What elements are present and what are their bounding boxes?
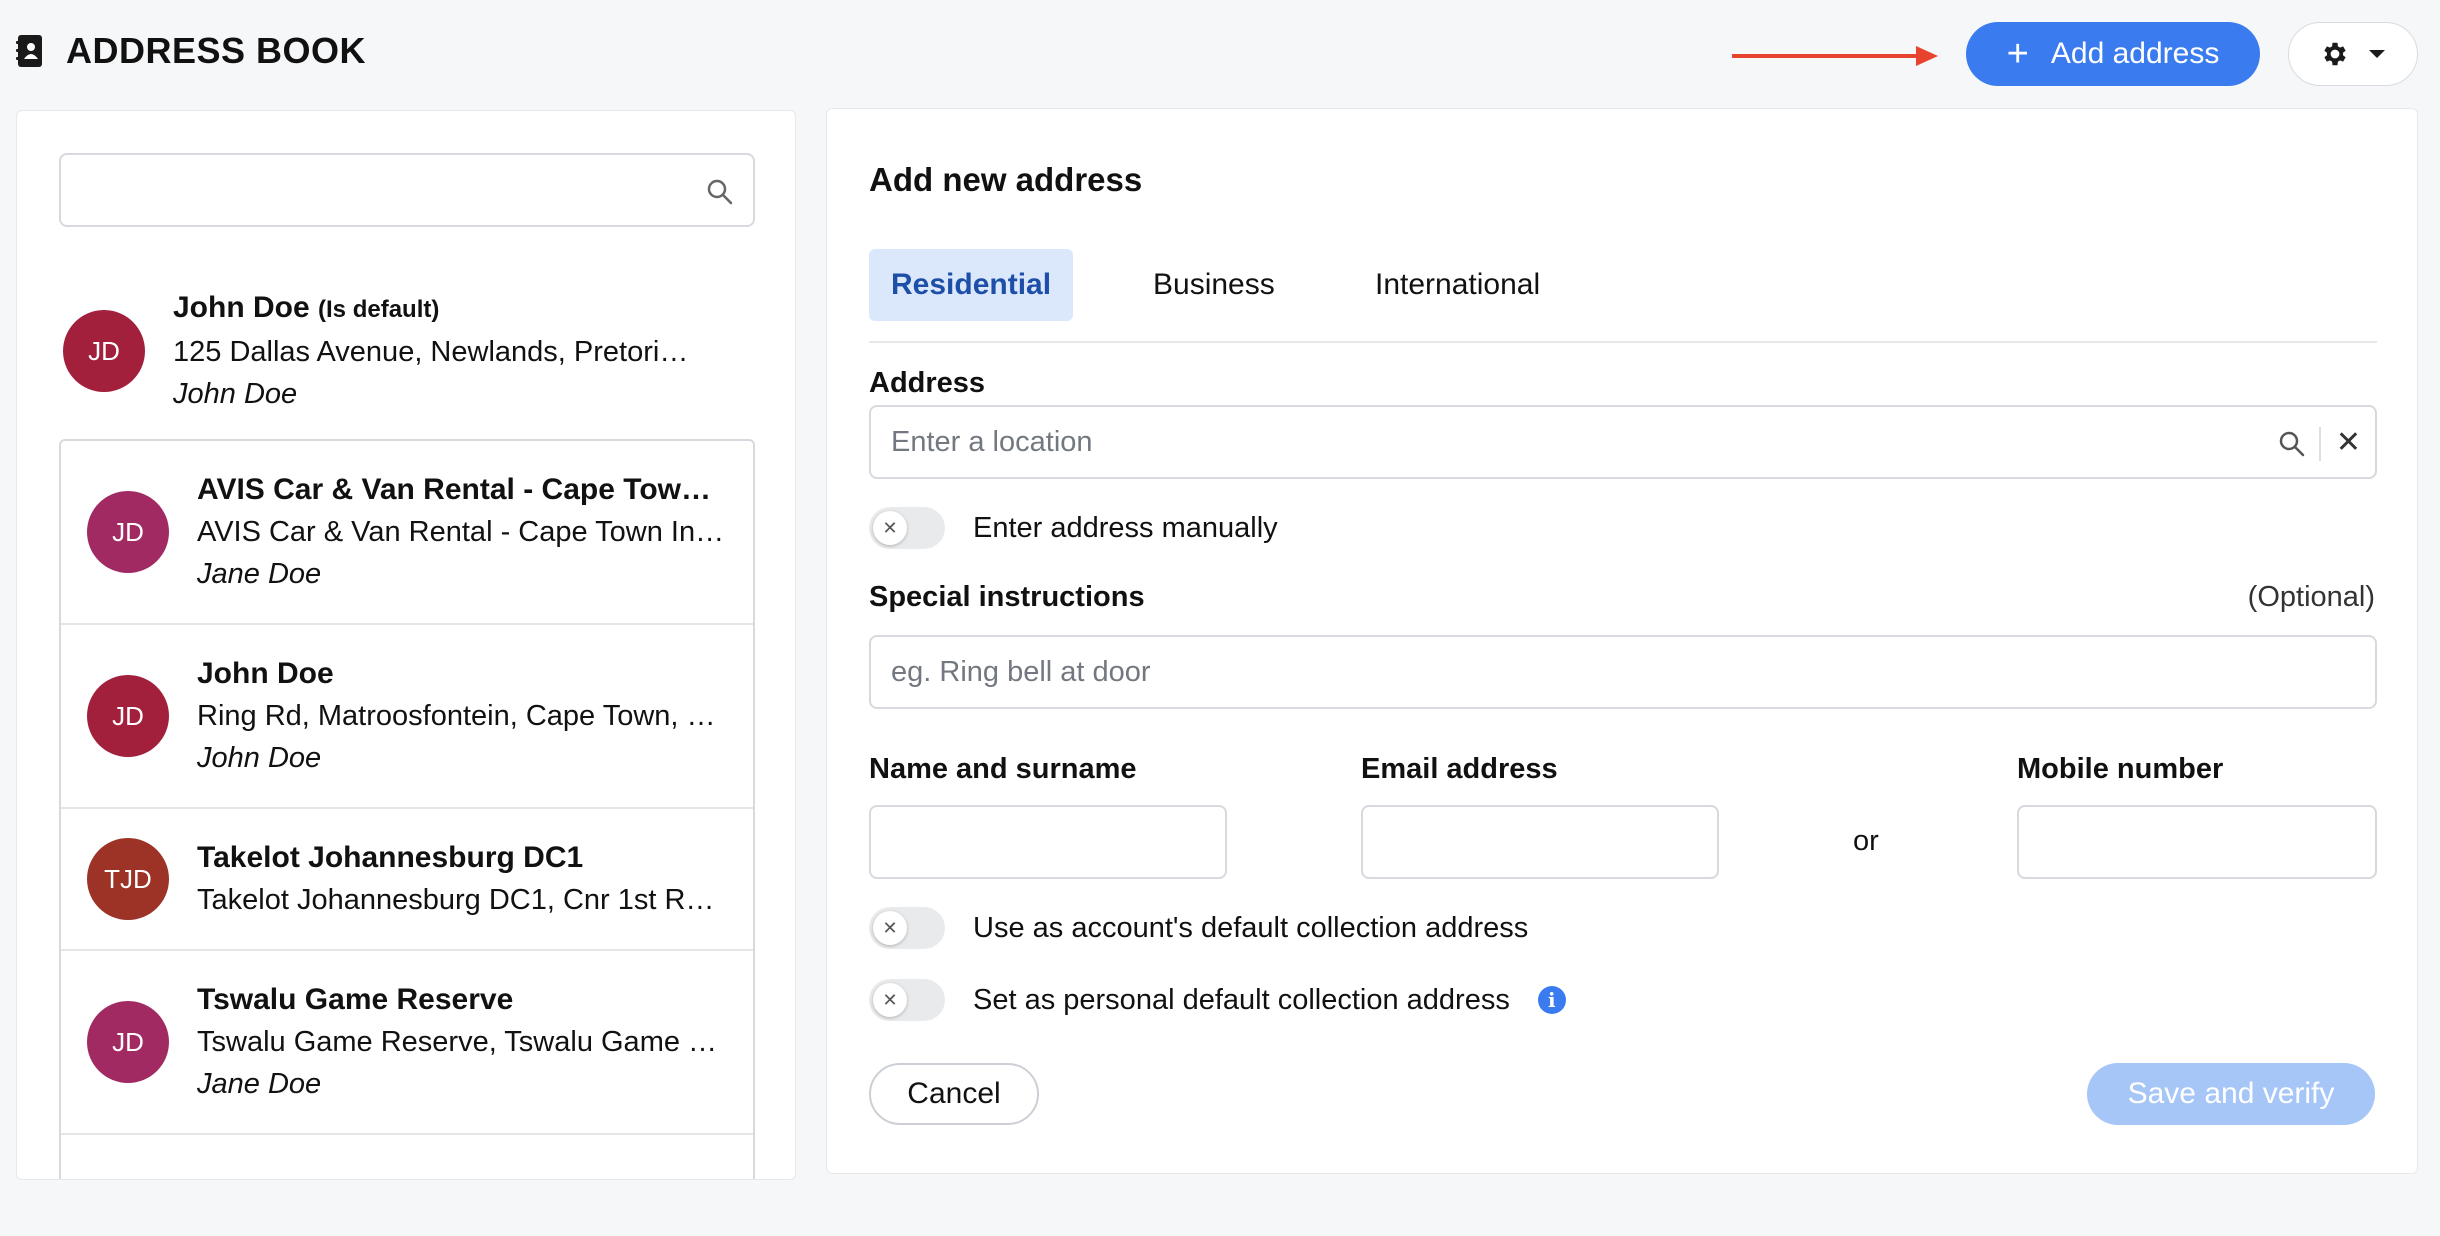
contact-address: Takelot Johannesburg DC1, Cnr 1st Road <box>197 884 727 916</box>
email-input[interactable] <box>1363 807 1717 877</box>
tab-international[interactable]: International <box>1353 249 1562 321</box>
contact-details: AVIS Car & Van Rental - Cape Town Intern… <box>197 469 727 595</box>
special-instructions-field <box>869 635 2377 709</box>
or-separator: or <box>1853 825 1879 857</box>
add-address-button[interactable]: + Add address <box>1966 22 2260 86</box>
contact-name: Tswalu Game Reserve <box>197 983 514 1016</box>
form-title: Add new address <box>869 161 1143 198</box>
contact-list-item[interactable]: JD Tswalu Game Reserve Tswalu Game Reser… <box>61 951 753 1135</box>
chevron-down-icon <box>2369 50 2385 58</box>
save-and-verify-button[interactable]: Save and verify <box>2087 1063 2375 1125</box>
add-address-form: Add new address Residential Business Int… <box>826 108 2418 1174</box>
contact-address: 125 Dallas Avenue, Newlands, Pretoria, G… <box>173 336 703 368</box>
address-list-panel: JD John Doe (Is default) 125 Dallas Aven… <box>16 110 796 1180</box>
name-field <box>869 805 1227 879</box>
gear-icon <box>2324 42 2346 66</box>
email-label: Email address <box>1361 753 1558 785</box>
avatar: TJD <box>87 838 169 920</box>
address-label: Address <box>869 367 986 399</box>
cancel-button[interactable]: Cancel <box>869 1063 1039 1125</box>
special-instructions-label: Special instructions <box>869 581 1145 613</box>
contact-person: John Doe <box>173 378 298 410</box>
arrow-pointer-icon <box>1732 46 1938 66</box>
search-icon[interactable] <box>2277 429 2307 459</box>
contact-list-item[interactable]: JD John Doe Ring Rd, Matroosfontein, Cap… <box>61 625 753 809</box>
contact-details: Takelot Johannesburg DC1 Takelot Johanne… <box>197 837 727 921</box>
header: ADDRESS BOOK + Add address <box>0 0 2440 108</box>
account-default-label: Use as account's default collection addr… <box>973 911 1529 944</box>
name-input[interactable] <box>871 807 1225 877</box>
contact-default[interactable]: JD John Doe (Is default) 125 Dallas Aven… <box>59 271 755 431</box>
mobile-input[interactable] <box>2019 807 2375 877</box>
contact-name: AVIS Car & Van Rental - Cape Town Intern… <box>197 473 727 506</box>
contact-details: John Doe (Is default) 125 Dallas Avenue,… <box>173 287 703 415</box>
page-title: ADDRESS BOOK <box>66 30 367 71</box>
contact-person: Jane Doe <box>197 558 322 590</box>
name-label: Name and surname <box>869 753 1137 785</box>
location-input[interactable] <box>871 407 2375 477</box>
contact-name: Takelot Johannesburg DC1 <box>197 841 584 874</box>
contact-details: Tswalu Game Reserve Tswalu Game Reserve,… <box>197 979 727 1105</box>
contact-name: John Doe <box>197 657 334 690</box>
settings-menu-button[interactable] <box>2288 22 2418 86</box>
toggle-off-icon: ✕ <box>873 983 907 1017</box>
avatar-initials: JD <box>112 700 144 731</box>
add-address-label: Add address <box>2050 37 2220 70</box>
mobile-field <box>2017 805 2377 879</box>
contact-person: John Doe <box>197 742 322 774</box>
tab-business[interactable]: Business <box>1131 249 1297 321</box>
address-type-tabs: Residential Business International <box>869 249 2377 343</box>
avatar: JD <box>63 310 145 392</box>
contact-list-item[interactable]: TJD Takelot Johannesburg DC1 Takelot Joh… <box>61 809 753 951</box>
contact-details: John Doe Ring Rd, Matroosfontein, Cape T… <box>197 653 727 779</box>
address-search-input[interactable] <box>61 155 753 225</box>
avatar: JD <box>87 675 169 757</box>
email-field <box>1361 805 1719 879</box>
app-title-group: ADDRESS BOOK <box>16 30 366 72</box>
personal-default-label: Set as personal default collection addre… <box>973 983 1510 1016</box>
toggle-off-icon: ✕ <box>873 511 907 545</box>
special-instructions-input[interactable] <box>871 637 2375 707</box>
address-field: ✕ <box>869 405 2377 479</box>
contact-person: Jane Doe <box>197 1068 322 1100</box>
contact-address: Tswalu Game Reserve, Tswalu Game Reserve <box>197 1026 727 1058</box>
contact-address: AVIS Car & Van Rental - Cape Town Intern… <box>197 516 727 548</box>
manual-address-toggle-row: ✕ Enter address manually <box>869 507 1278 549</box>
manual-address-toggle[interactable]: ✕ <box>869 507 945 549</box>
avatar-initials: JD <box>112 516 144 547</box>
avatar: JD <box>87 1001 169 1083</box>
divider <box>2319 427 2321 461</box>
personal-default-toggle-row: ✕ Set as personal default collection add… <box>869 979 1566 1021</box>
clear-icon[interactable]: ✕ <box>2336 425 2361 460</box>
tab-residential[interactable]: Residential <box>869 249 1074 321</box>
search-icon[interactable] <box>705 177 735 207</box>
default-badge: (Is default) <box>318 296 440 323</box>
account-default-toggle-row: ✕ Use as account's default collection ad… <box>869 907 1528 949</box>
personal-default-toggle[interactable]: ✕ <box>869 979 945 1021</box>
avatar-initials: JD <box>112 1026 144 1057</box>
contact-name-line: John Doe (Is default) <box>173 287 703 331</box>
mobile-label: Mobile number <box>2017 753 2224 785</box>
avatar-initials: JD <box>88 335 120 366</box>
toggle-off-icon: ✕ <box>873 911 907 945</box>
contact-list: JD AVIS Car & Van Rental - Cape Town Int… <box>59 439 755 1179</box>
manual-address-label: Enter address manually <box>973 511 1278 544</box>
plus-icon: + <box>2006 33 2029 75</box>
contact-address: Ring Rd, Matroosfontein, Cape Town, West… <box>197 700 727 732</box>
avatar: JD <box>87 491 169 573</box>
avatar-initials: TJD <box>104 863 152 894</box>
contact-name: John Doe <box>173 291 310 324</box>
address-search <box>59 153 755 227</box>
address-book-icon <box>16 35 42 67</box>
account-default-toggle[interactable]: ✕ <box>869 907 945 949</box>
info-icon[interactable]: i <box>1537 986 1566 1014</box>
contact-list-item[interactable]: JD AVIS Car & Van Rental - Cape Town Int… <box>61 441 753 625</box>
optional-label: (Optional) <box>2247 581 2375 613</box>
